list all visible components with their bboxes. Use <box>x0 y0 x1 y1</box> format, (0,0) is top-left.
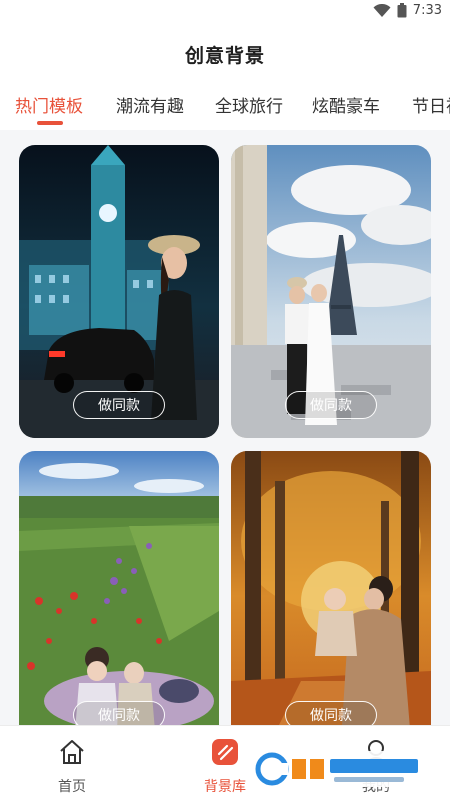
wifi-icon <box>373 3 391 18</box>
template-card-flower-field[interactable]: 做同款 <box>19 451 219 725</box>
make-same-button[interactable]: 做同款 <box>285 391 377 419</box>
tab-trendy-fun[interactable]: 潮流有趣 <box>116 92 184 117</box>
template-card-night-city[interactable]: 做同款 <box>19 145 219 438</box>
status-bar: 7:33 <box>0 0 450 26</box>
template-photo-flower-field <box>19 451 219 725</box>
template-grid[interactable]: 做同款 做同款 做同款 做同款 <box>0 130 450 725</box>
make-same-button[interactable]: 做同款 <box>285 701 377 725</box>
nav-home-label: 首页 <box>58 779 86 795</box>
tab-cool-cars[interactable]: 炫酷豪车 <box>312 92 380 117</box>
template-photo-autumn-forest <box>231 451 431 725</box>
tab-hot-templates[interactable]: 热门模板 <box>15 92 83 117</box>
category-tabs[interactable]: 热门模板 潮流有趣 全球旅行 炫酷豪车 节日祝 <box>0 82 450 130</box>
template-card-autumn-forest[interactable]: 做同款 <box>231 451 431 725</box>
tab-festival[interactable]: 节日祝 <box>412 92 450 117</box>
tab-global-travel[interactable]: 全球旅行 <box>215 92 283 117</box>
watermark-logo <box>250 751 428 787</box>
title-bar: 创意背景 <box>0 26 450 82</box>
page-title: 创意背景 <box>184 44 265 67</box>
make-same-button[interactable]: 做同款 <box>73 391 165 419</box>
status-icons: 7:33 <box>373 3 442 18</box>
template-card-eiffel-tower[interactable]: 做同款 <box>231 145 431 438</box>
background-library-icon <box>212 739 238 765</box>
make-same-button[interactable]: 做同款 <box>73 701 165 725</box>
home-icon <box>60 740 84 764</box>
active-tab-indicator <box>37 121 63 125</box>
nav-home[interactable]: 首页 <box>12 726 132 800</box>
battery-icon <box>397 3 407 18</box>
status-time: 7:33 <box>412 3 442 18</box>
